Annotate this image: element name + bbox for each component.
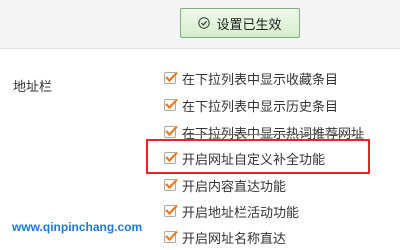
checkbox-address-bar-activity[interactable] [164,204,178,217]
address-bar-section-label: 地址栏 [13,80,53,95]
highlight-box [146,139,370,174]
option-show-bookmarks[interactable]: 在下拉列表中显示收藏条目 [164,68,338,88]
option-label: 开启内容直达功能 [182,179,287,195]
settings-applied-button[interactable]: 设置已生效 [180,8,300,38]
settings-applied-label: 设置已生效 [216,17,282,33]
checkbox-site-name-direct[interactable] [164,230,178,243]
option-site-name-direct[interactable]: 开启网址名称直达 [164,227,286,247]
top-bar: 设置已生效 [0,0,400,49]
option-label: 在下拉列表中显示收藏条目 [182,72,339,88]
checkbox-show-bookmarks[interactable] [164,71,178,84]
option-label: 在下拉列表中显示历史条目 [182,99,339,115]
checkbox-show-hot-words[interactable] [164,125,178,138]
watermark: www.qinpinchang.com [12,220,143,234]
option-show-history[interactable]: 在下拉列表中显示历史条目 [164,95,338,115]
option-label: 开启网址名称直达 [182,231,287,247]
option-address-bar-activity[interactable]: 开启地址栏活动功能 [164,201,299,221]
checkbox-show-history[interactable] [164,98,178,111]
checkbox-content-direct[interactable] [164,178,178,191]
check-circle-icon [198,17,211,29]
option-content-direct[interactable]: 开启内容直达功能 [164,175,286,195]
option-label: 开启地址栏活动功能 [182,205,300,221]
